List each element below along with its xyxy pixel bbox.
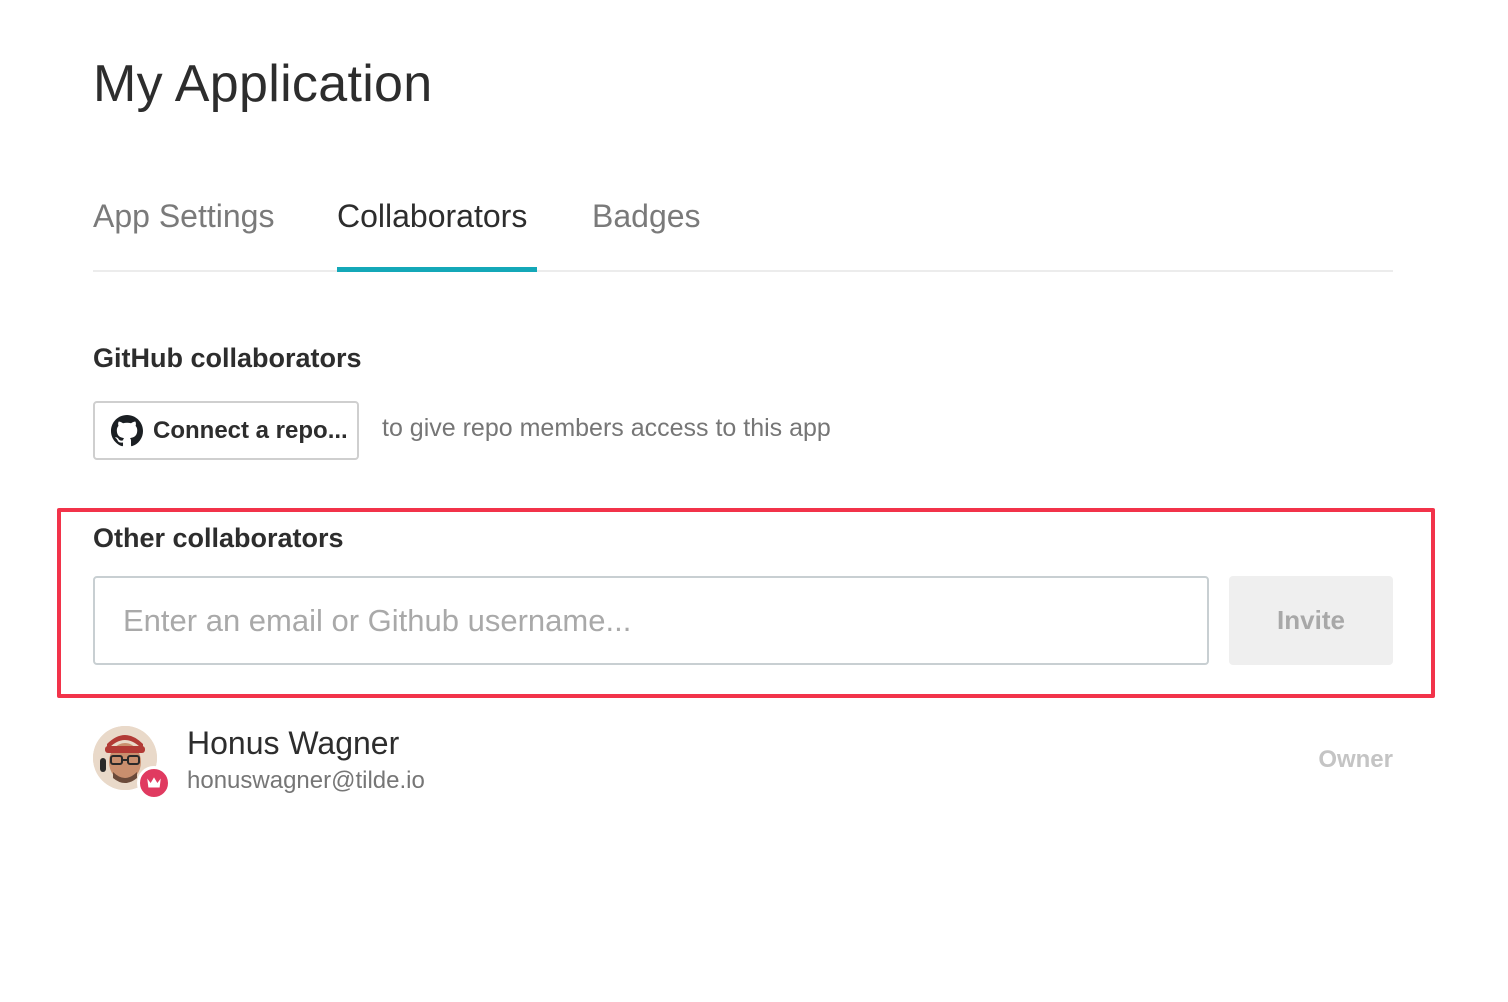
tab-bar: App Settings Collaborators Badges: [93, 190, 1393, 272]
invite-button[interactable]: Invite: [1229, 576, 1393, 665]
connect-repo-label: Connect a repo...: [153, 416, 348, 444]
collaborator-name: Honus Wagner: [187, 725, 400, 761]
page-title: My Application: [93, 55, 433, 113]
connect-repo-button[interactable]: Connect a repo...: [93, 401, 359, 460]
collaborator-email: honuswagner@tilde.io: [187, 767, 425, 794]
crown-icon: [137, 766, 171, 800]
tab-badges[interactable]: Badges: [592, 190, 704, 270]
tab-app-settings[interactable]: App Settings: [93, 190, 283, 270]
collaborator-row: Honus Wagner honuswagner@tilde.io Owner: [93, 724, 1393, 804]
page: My Application App Settings Collaborator…: [0, 0, 1508, 1002]
invite-email-input[interactable]: [93, 576, 1209, 665]
connect-repo-hint: to give repo members access to this app: [382, 414, 831, 442]
other-collaborators-heading: Other collaborators: [93, 523, 344, 553]
tab-collaborators[interactable]: Collaborators: [337, 190, 537, 272]
collaborator-role: Owner: [1318, 746, 1393, 773]
github-icon: [111, 414, 143, 447]
github-collaborators-heading: GitHub collaborators: [93, 343, 362, 373]
